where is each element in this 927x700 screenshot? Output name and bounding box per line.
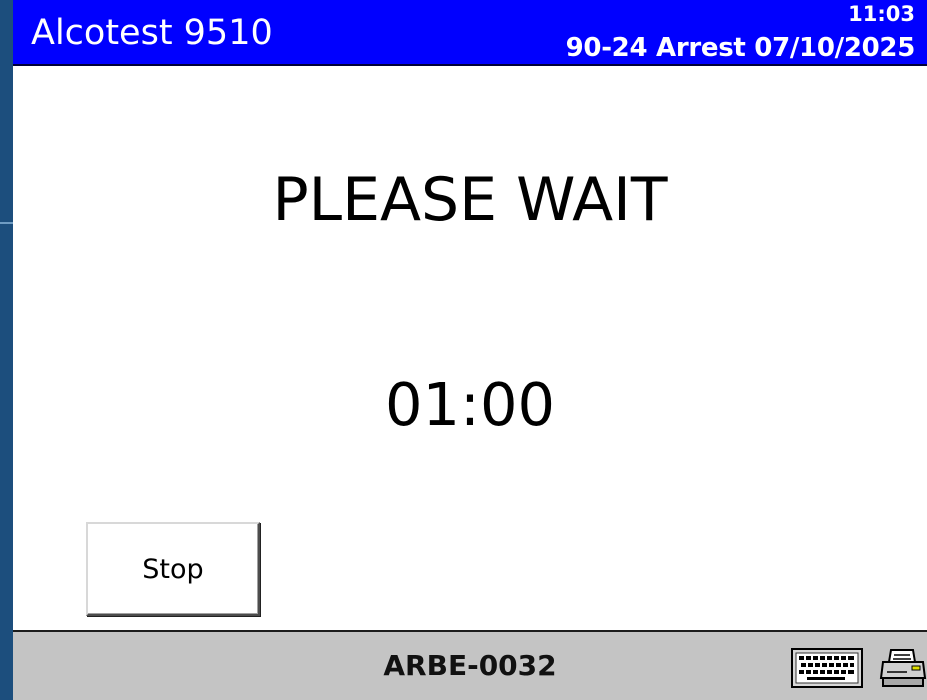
title-bar: Alcotest 9510 11:03 90-24 Arrest 07/10/2… <box>13 0 927 66</box>
stop-button-label: Stop <box>142 553 204 585</box>
wait-message: PLEASE WAIT <box>272 165 668 235</box>
edge-marker <box>0 222 13 224</box>
app-window: Alcotest 9510 11:03 90-24 Arrest 07/10/2… <box>13 0 927 700</box>
clock: 11:03 <box>848 2 915 26</box>
printer-icon[interactable] <box>879 646 927 690</box>
desktop-edge <box>0 0 13 700</box>
keyboard-icon[interactable] <box>791 648 863 688</box>
record-info: 90-24 Arrest 07/10/2025 <box>565 33 916 63</box>
device-id: ARBE-0032 <box>383 649 557 682</box>
countdown-timer: 01:00 <box>384 370 556 439</box>
stop-button[interactable]: Stop <box>86 522 260 616</box>
status-bar: ARBE-0032 <box>13 630 927 700</box>
app-title: Alcotest 9510 <box>31 13 273 53</box>
